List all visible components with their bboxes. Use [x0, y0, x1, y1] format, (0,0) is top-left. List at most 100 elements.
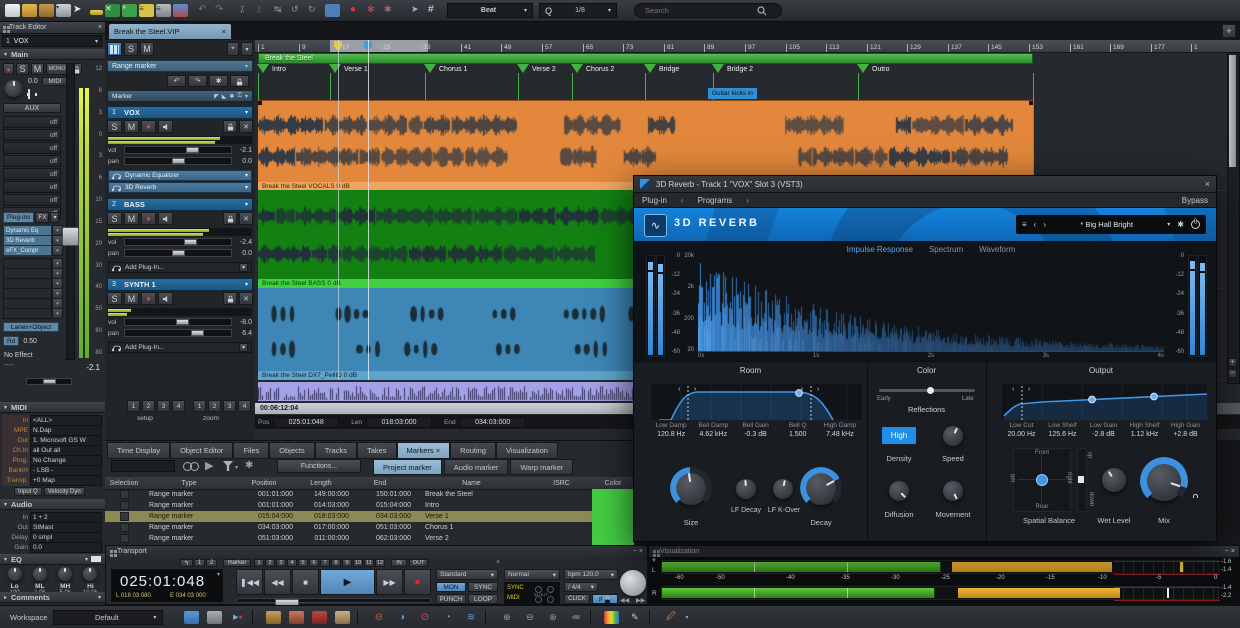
audio-setting-row[interactable]: OutStMast [2, 523, 102, 532]
row-checkbox[interactable] [120, 490, 129, 499]
click-button[interactable]: CLICK [564, 594, 590, 604]
next-marker-button[interactable]: ↷ [188, 75, 207, 87]
output-eq-graph[interactable]: ‹› [1001, 383, 1208, 421]
filter-icon[interactable] [223, 461, 233, 471]
close-icon[interactable]: × [98, 24, 102, 31]
plugin-slot-empty[interactable]: ▾ [3, 309, 63, 318]
param-readout[interactable]: Bell Damp 4.62 kHz [692, 422, 734, 438]
param-readout[interactable]: High Shelf 1.12 kHz [1124, 422, 1165, 438]
marker-tool-icon[interactable]: ◣ [222, 93, 227, 100]
record-button[interactable]: ● [404, 569, 431, 595]
settings-gear-icon[interactable]: ✱ [384, 4, 399, 17]
mouse-mode-icon[interactable]: ➤ [411, 4, 426, 17]
track3-record[interactable]: ● [141, 292, 156, 305]
mute-all-button[interactable]: M [140, 42, 154, 56]
track2-solo[interactable]: S [107, 212, 122, 225]
track1-monitor[interactable] [158, 120, 173, 133]
plugin-slot[interactable]: eFX_Compr▾ [3, 246, 63, 255]
audio-setting-row[interactable]: Gain0.0 [2, 543, 102, 552]
open-folder-icon[interactable] [22, 4, 37, 17]
track3-lock[interactable] [223, 292, 237, 305]
eq-display-icon[interactable] [91, 556, 101, 562]
track2-add-plugin[interactable]: Add Plug-In...▾ [108, 262, 252, 273]
scrollbar-thumb[interactable]: 00:06:12:04 [255, 403, 647, 414]
group-icon[interactable]: ⁒ [257, 4, 272, 17]
zoom-list-icon[interactable]: ≔ [568, 611, 583, 624]
row-checkbox[interactable] [120, 523, 129, 532]
zoom-in-button[interactable]: + [1228, 358, 1237, 367]
marker-recall-button[interactable]: 12 [375, 559, 385, 567]
project-range-bar[interactable]: Break the Steel [258, 53, 1033, 64]
add-tab-button[interactable]: + [1222, 24, 1236, 38]
midi-setting-row[interactable]: Ch.Inall Out all [2, 446, 102, 455]
binoculars-icon[interactable] [183, 462, 197, 470]
manager-tab[interactable]: Files [233, 442, 269, 459]
wet-level-knob[interactable] [1102, 468, 1126, 492]
track3-pan-slider[interactable] [124, 329, 232, 337]
plugin-menu[interactable]: Plug-in [642, 196, 667, 205]
meter-mode-icon[interactable]: ▼ [651, 558, 657, 564]
eq-band-knob[interactable] [83, 567, 97, 581]
programs-menu[interactable]: Programs [698, 196, 733, 205]
track2-header[interactable]: 2BASS▾ [107, 198, 253, 211]
marker-recall-button[interactable]: 1 [254, 559, 264, 567]
velocity-dyn-button[interactable]: Velocity Dyn [44, 487, 85, 496]
marker-filter-button[interactable]: Audio marker [444, 459, 509, 475]
param-readout[interactable]: High Damp 7.48 kHz [819, 422, 861, 438]
input-q-button[interactable]: Input Q [14, 487, 42, 496]
track3-mute[interactable]: M [124, 292, 139, 305]
save-icon[interactable]: ▾ [56, 4, 71, 17]
zoom-preset-button[interactable]: 1 [193, 400, 206, 412]
note-marker[interactable]: Guitar kicks in [708, 88, 757, 99]
manager-tab[interactable]: Tracks [315, 442, 357, 459]
record-button[interactable]: ● [3, 63, 14, 75]
setup-preset-button[interactable]: 4 [172, 400, 185, 412]
marker-lock-button[interactable] [230, 75, 249, 87]
tempo-select[interactable]: bpm 120.0▾ [564, 569, 618, 580]
chevron-down-icon[interactable]: ▾ [685, 614, 688, 621]
manager-tab[interactable]: Visualization [496, 442, 558, 459]
rec-mode-icon[interactable] [312, 611, 327, 624]
marker-recall-button[interactable]: 6 [309, 559, 319, 567]
chevron-down-icon[interactable]: ▾ [1167, 221, 1170, 228]
quantize-select[interactable]: Q 1/8 ▾ [539, 3, 617, 18]
param-readout[interactable]: Low Gain -2.8 dB [1083, 422, 1124, 438]
manager-tab[interactable]: Takes [357, 442, 397, 459]
pos-value[interactable]: 025:01:048 [273, 417, 339, 428]
chevron-down-icon[interactable]: ▾ [245, 93, 248, 100]
object-handle[interactable] [1029, 101, 1033, 105]
marker-recall-button[interactable]: 9 [342, 559, 352, 567]
tempo-lock-button[interactable]: ♯ [592, 594, 618, 604]
column-header[interactable]: Position [235, 480, 293, 487]
channel-fader-handle[interactable] [62, 227, 79, 246]
zoom-preset-button[interactable]: 2 [208, 400, 221, 412]
track1-fx-slot2[interactable]: 3D Reverb▾ [108, 182, 252, 193]
track3-solo[interactable]: S [107, 292, 122, 305]
plugin-slot-empty[interactable]: ▾ [3, 289, 63, 298]
track-selector[interactable]: 1 VOX ▾ [2, 35, 102, 47]
spectrum-icon[interactable] [604, 611, 619, 624]
lf-xover-knob[interactable] [773, 479, 793, 499]
prev-preset-icon[interactable]: ‹ [1034, 220, 1037, 229]
marker-recall-button[interactable]: 8 [331, 559, 341, 567]
automation-icon[interactable]: ≡ [139, 4, 154, 17]
play-record-icon[interactable]: ▶● [230, 611, 245, 624]
rd-button[interactable]: Rd [3, 336, 19, 346]
ripple-icon[interactable]: ⁒ [240, 4, 255, 17]
record-icon[interactable]: ● [350, 4, 365, 17]
midi-setting-row[interactable]: In<ALL> [2, 416, 102, 425]
chevron-down-icon[interactable]: ▾ [241, 42, 253, 56]
manager-tab[interactable]: Routing [450, 442, 496, 459]
marker-recall-button[interactable]: 3 [276, 559, 286, 567]
density-toggle[interactable]: High [882, 427, 916, 444]
height-slider-handle[interactable] [1078, 476, 1084, 483]
param-readout[interactable]: Low Shelf 125.6 Hz [1042, 422, 1083, 438]
display-tab[interactable]: Impulse Response [847, 245, 913, 254]
eq-band-knob[interactable] [33, 567, 47, 581]
plugin-slot[interactable]: 3D Reverb▾ [3, 236, 63, 245]
plugins-label[interactable]: Plug-ins [3, 212, 34, 223]
marker-set-icon[interactable]: ✻ [367, 4, 382, 17]
nudge-back-icon[interactable]: ◀◀ [620, 597, 629, 604]
section-eq-header[interactable]: ▾EQ ▾ [0, 554, 105, 565]
close-icon[interactable]: × [1205, 179, 1210, 189]
